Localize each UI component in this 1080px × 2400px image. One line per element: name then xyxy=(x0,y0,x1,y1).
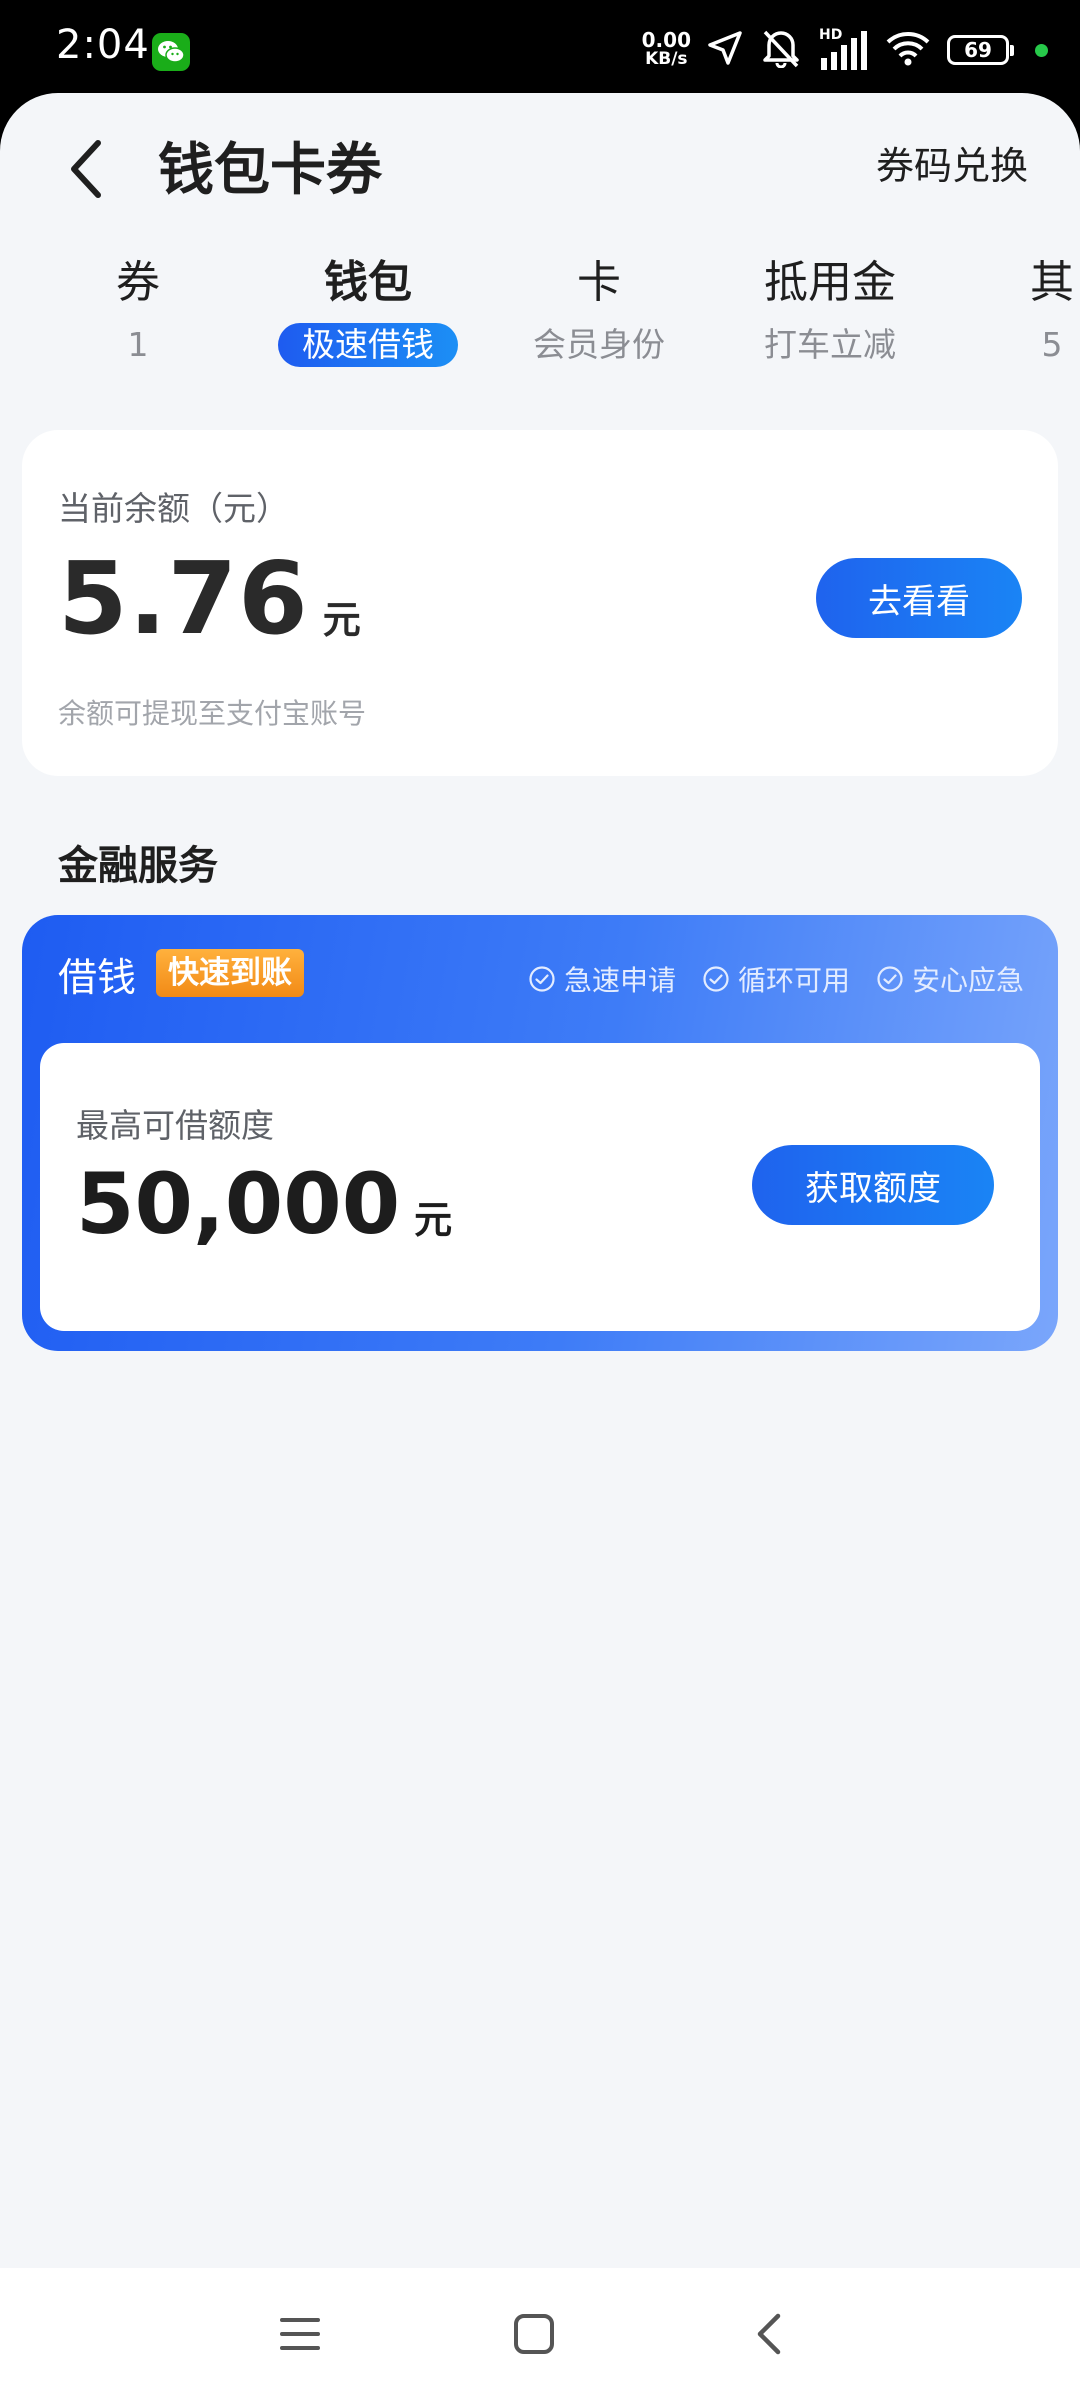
cellular-signal-icon: HD xyxy=(819,28,869,72)
system-nav-bar xyxy=(0,2268,1080,2400)
loan-title: 借钱 xyxy=(58,956,137,1001)
limit-label: 最高可借额度 xyxy=(76,1106,274,1145)
home-icon[interactable] xyxy=(498,2298,570,2370)
battery-icon: 69 xyxy=(947,35,1014,65)
check-circle-icon xyxy=(876,965,904,993)
redeem-code-link[interactable]: 券码兑换 xyxy=(876,135,1028,190)
top-bar: 钱包卡券 券码兑换 xyxy=(0,93,1080,235)
status-bar: 2:04 0.00 KB/s HD 69 xyxy=(0,0,1080,95)
tab-wallet[interactable]: 钱包 极速借钱 xyxy=(258,253,478,383)
tab-label: 抵用金 xyxy=(764,257,896,308)
loan-feature-label: 急速申请 xyxy=(563,964,676,997)
privacy-indicator-dot xyxy=(1035,43,1048,57)
tab-card[interactable]: 卡 会员身份 xyxy=(489,253,709,383)
tab-label: 卡 xyxy=(577,257,621,308)
fast-arrival-badge: 快速到账 xyxy=(156,949,304,997)
bell-muted-icon xyxy=(759,28,803,72)
check-circle-icon xyxy=(528,965,556,993)
view-balance-button[interactable]: 去看看 xyxy=(816,558,1022,638)
loan-feature-label: 安心应急 xyxy=(911,964,1024,997)
network-speed-unit: KB/s xyxy=(645,49,688,69)
limit-amount: 50,000 xyxy=(76,1155,401,1253)
loan-feature-label: 循环可用 xyxy=(737,964,850,997)
finance-section-title: 金融服务 xyxy=(58,843,218,889)
tab-label: 券 xyxy=(116,257,160,308)
tab-label: 钱包 xyxy=(324,257,412,308)
menu-icon[interactable] xyxy=(264,2298,336,2370)
tab-sub: 会员身份 xyxy=(533,325,665,364)
wechat-notification-icon xyxy=(152,33,190,71)
tab-voucher[interactable]: 抵用金 打车立减 xyxy=(720,253,940,383)
location-arrow-icon xyxy=(707,30,743,70)
status-time: 2:04 xyxy=(56,22,150,68)
loan-card[interactable]: 借钱 快速到账 急速申请 循环可用 安心应急 最高可借额度 50,000 元 获… xyxy=(22,915,1058,1351)
loan-feature: 循环可用 xyxy=(702,959,850,999)
back-arrow-icon[interactable] xyxy=(58,131,118,207)
status-icons: 0.00 KB/s HD 69 xyxy=(642,26,1048,74)
loan-feature: 安心应急 xyxy=(876,959,1024,999)
category-tabs: 券 1 钱包 极速借钱 卡 会员身份 抵用金 打车立减 其 5 xyxy=(0,253,1080,383)
tab-sub: 极速借钱 xyxy=(278,323,458,367)
balance-amount: 5.76 xyxy=(58,540,309,657)
tab-label: 其 xyxy=(1030,257,1074,308)
tab-sub: 打车立减 xyxy=(764,325,896,364)
back-icon[interactable] xyxy=(734,2298,806,2370)
battery-level: 69 xyxy=(964,38,992,62)
tab-other[interactable]: 其 5 xyxy=(942,253,1080,383)
limit-unit: 元 xyxy=(414,1198,453,1242)
limit-value: 50,000 元 xyxy=(76,1155,452,1253)
wifi-icon xyxy=(885,29,931,71)
balance-label: 当前余额（元） xyxy=(58,489,289,528)
balance-value: 5.76 元 xyxy=(58,540,361,657)
page-title: 钱包卡券 xyxy=(158,138,382,203)
tab-coupon[interactable]: 券 1 xyxy=(28,253,248,383)
network-speed: 0.00 KB/s xyxy=(641,28,691,69)
get-limit-button[interactable]: 获取额度 xyxy=(752,1145,994,1225)
balance-note: 余额可提现至支付宝账号 xyxy=(58,697,367,730)
tab-sub: 1 xyxy=(127,325,149,364)
loan-feature: 急速申请 xyxy=(528,959,676,999)
balance-unit: 元 xyxy=(322,598,361,642)
loan-features: 急速申请 循环可用 安心应急 xyxy=(528,959,1024,999)
check-circle-icon xyxy=(702,965,730,993)
wallet-page: 钱包卡券 券码兑换 券 1 钱包 极速借钱 卡 会员身份 抵用金 打车立减 其 … xyxy=(0,93,1080,2268)
loan-limit-panel: 最高可借额度 50,000 元 获取额度 xyxy=(40,1043,1040,1331)
tab-sub: 5 xyxy=(1041,325,1063,364)
balance-card: 当前余额（元） 5.76 元 去看看 余额可提现至支付宝账号 xyxy=(22,430,1058,776)
network-speed-value: 0.00 xyxy=(641,28,691,52)
